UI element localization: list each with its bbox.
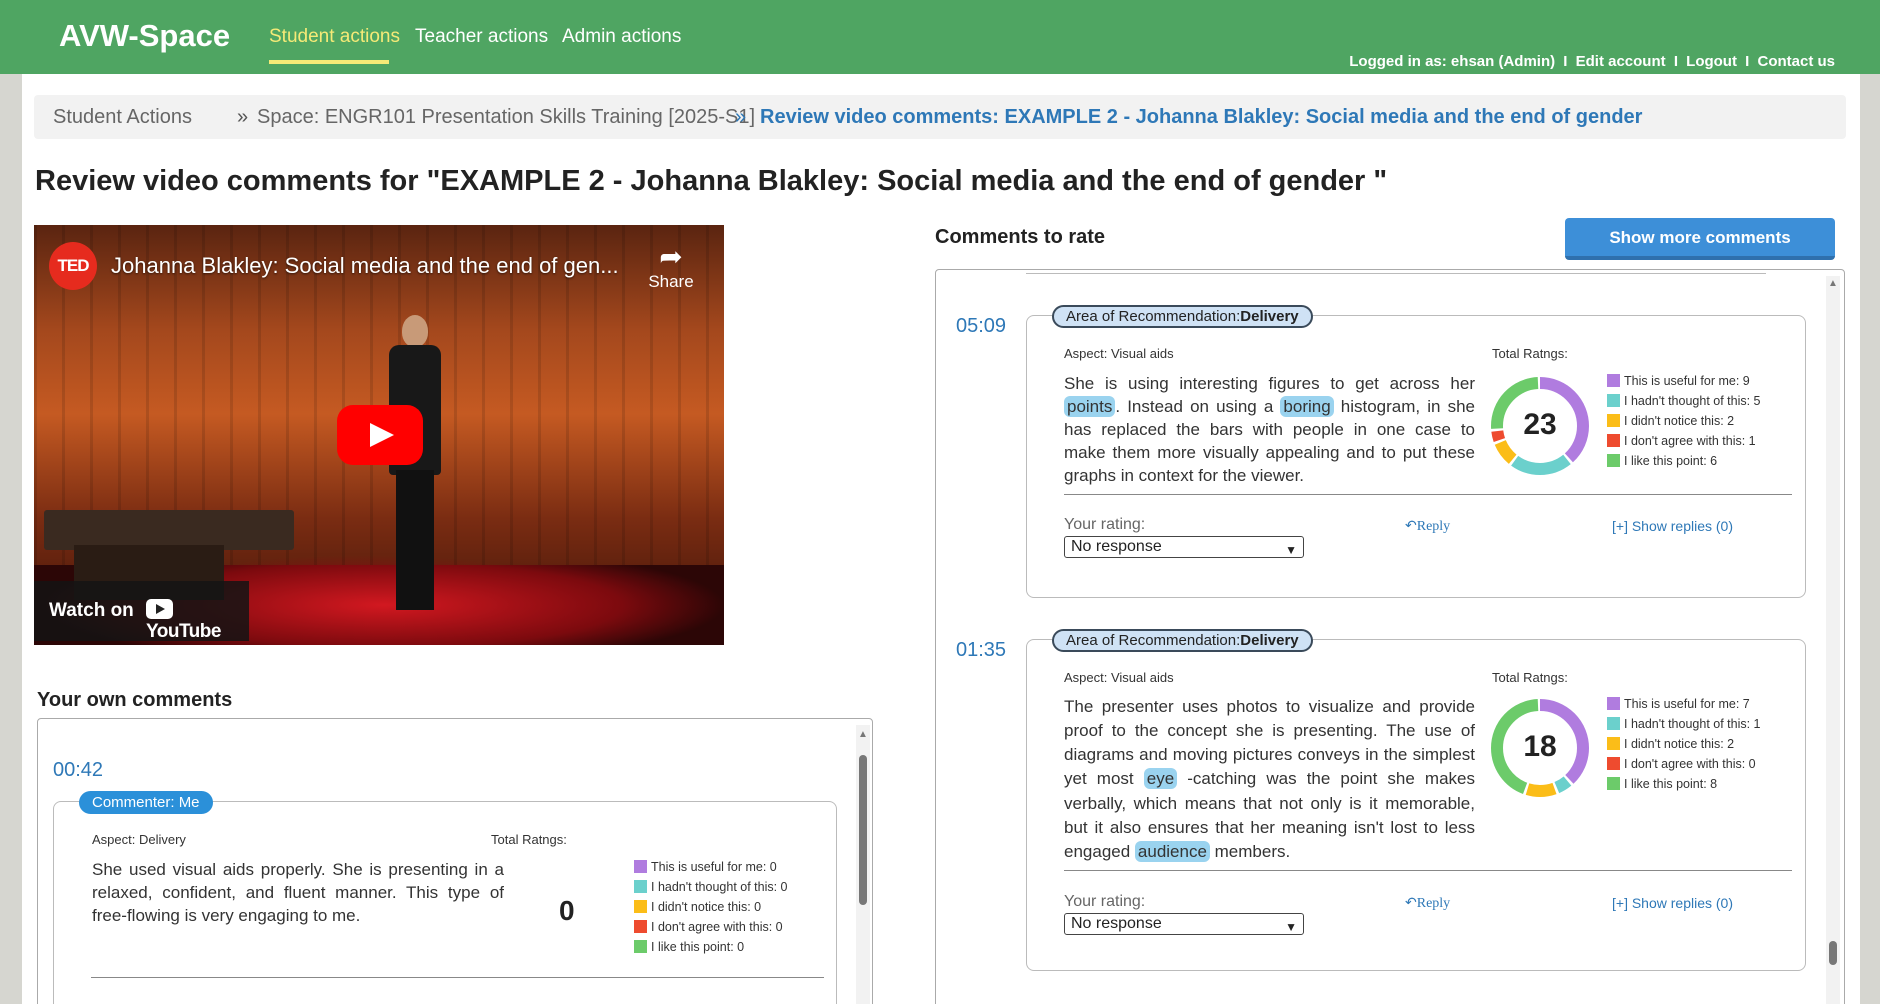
video-title[interactable]: Johanna Blakley: Social media and the en…: [111, 253, 619, 279]
total-ratings-count: 23: [1523, 408, 1557, 441]
logged-in-text: Logged in as: ehsan (Admin): [1349, 53, 1556, 70]
your-rating-label: Your rating:: [1064, 893, 1146, 910]
breadcrumb-current: Review video comments: EXAMPLE 2 - Johan…: [760, 106, 1643, 128]
show-replies-link[interactable]: [+] Show replies (0): [1612, 895, 1733, 911]
ratings-legend: This is useful for me: 7 I hadn't though…: [1607, 697, 1761, 797]
nav-admin-actions[interactable]: Admin actions: [562, 26, 681, 48]
reply-link[interactable]: ↶Reply: [1405, 895, 1450, 912]
comment-text: She is using interesting figures to get …: [1064, 374, 1475, 485]
share-button[interactable]: ➦ Share: [641, 242, 701, 292]
commenter-tag: Commenter: Me: [79, 791, 213, 814]
comment-text: The presenter uses photos to visualize a…: [1064, 697, 1475, 862]
comment-timestamp[interactable]: 00:42: [53, 759, 103, 782]
comment-aspect: Aspect: Delivery: [92, 832, 186, 847]
ted-channel-logo[interactable]: TED: [49, 242, 97, 290]
login-info: Logged in as: ehsan (Admin) I Edit accou…: [1349, 53, 1835, 70]
youtube-logo: YouTube: [146, 599, 249, 643]
share-icon: ➦: [659, 241, 683, 272]
breadcrumb: Student Actions » Space: ENGR101 Present…: [34, 95, 1846, 139]
total-ratings-label: Total Ratngs:: [1492, 670, 1568, 685]
breadcrumb-space[interactable]: Space: ENGR101 Presentation Skills Train…: [257, 106, 755, 129]
youtube-video-player[interactable]: TED Johanna Blakley: Social media and th…: [34, 225, 724, 645]
breadcrumb-separator: »: [237, 106, 249, 128]
own-comment-card: Commenter: Me Aspect: Delivery Total Rat…: [53, 791, 837, 1004]
area-recommendation-tag: Area of Recommendation:Delivery: [1052, 629, 1313, 652]
reply-icon: ↶: [1405, 896, 1417, 911]
total-ratings-count: 18: [1523, 730, 1557, 763]
reply-link[interactable]: ↶Reply: [1405, 518, 1450, 535]
comment-timestamp[interactable]: 01:35: [956, 639, 1006, 662]
contact-us-link[interactable]: Contact us: [1757, 53, 1835, 70]
breadcrumb-student-actions[interactable]: Student Actions: [53, 106, 192, 129]
edit-account-link[interactable]: Edit account: [1576, 53, 1666, 70]
nav-teacher-actions[interactable]: Teacher actions: [415, 26, 548, 48]
your-rating-label: Your rating:: [1064, 516, 1146, 533]
scroll-up-icon: ▲: [1828, 278, 1838, 289]
scroll-thumb: [859, 755, 867, 905]
total-ratings-label: Total Ratngs:: [1492, 346, 1568, 361]
rate-comment-card: Area of Recommendation:Delivery Aspect: …: [1026, 305, 1806, 598]
youtube-play-icon: [146, 599, 173, 619]
top-navbar: AVW-Space Student actions Teacher action…: [0, 0, 1880, 74]
keyword-highlight: audience: [1134, 840, 1210, 862]
scroll-up-icon: ▲: [858, 729, 868, 740]
chevron-down-icon: ▼: [1285, 543, 1297, 557]
rating-select[interactable]: No response ▼: [1064, 913, 1304, 935]
keyword-highlight: boring: [1280, 395, 1334, 417]
show-more-comments-button[interactable]: Show more comments: [1565, 218, 1835, 260]
nav-active-underline: [269, 60, 389, 64]
comment-timestamp[interactable]: 05:09: [956, 315, 1006, 338]
scroll-thumb: [1829, 941, 1837, 965]
ratings-legend: This is useful for me: 9 I hadn't though…: [1607, 374, 1761, 474]
total-ratings-count: 0: [559, 895, 575, 926]
watch-on-youtube-button[interactable]: Watch on YouTube: [34, 581, 249, 643]
own-comments-scrollbar[interactable]: ▲: [856, 725, 870, 1004]
comment-aspect: Aspect: Visual aids: [1064, 670, 1174, 685]
keyword-highlight: eye: [1143, 768, 1178, 790]
speaker-figure: [384, 315, 444, 615]
chevron-down-icon: ▼: [1285, 920, 1297, 934]
show-replies-link[interactable]: [+] Show replies (0): [1612, 518, 1733, 534]
rate-comments-heading: Comments to rate: [935, 226, 1106, 248]
own-comments-panel: 00:42 Commenter: Me Aspect: Delivery Tot…: [37, 718, 873, 1004]
breadcrumb-separator: »: [735, 106, 747, 128]
nav-student-actions[interactable]: Student actions: [269, 26, 400, 48]
rate-comments-scrollbar[interactable]: ▲: [1826, 276, 1840, 1004]
rating-select[interactable]: No response ▼: [1064, 536, 1304, 558]
reply-icon: ↶: [1405, 519, 1417, 534]
ratings-legend: This is useful for me: 0 I hadn't though…: [634, 860, 788, 960]
page-title: Review video comments for "EXAMPLE 2 - J…: [35, 165, 1388, 197]
logout-link[interactable]: Logout: [1686, 53, 1737, 70]
brand-logo[interactable]: AVW-Space: [59, 18, 230, 54]
rate-comments-panel: 05:09 Area of Recommendation:Delivery As…: [935, 269, 1845, 1004]
comment-text: She used visual aids properly. She is pr…: [92, 860, 504, 925]
keyword-highlight: points: [1064, 395, 1116, 417]
play-button[interactable]: [337, 405, 423, 465]
rate-comment-card: Area of Recommendation:Delivery Aspect: …: [1026, 629, 1806, 971]
own-comments-heading: Your own comments: [37, 689, 233, 711]
comment-aspect: Aspect: Visual aids: [1064, 346, 1174, 361]
area-recommendation-tag: Area of Recommendation:Delivery: [1052, 305, 1313, 328]
total-ratings-label: Total Ratngs:: [491, 832, 567, 847]
